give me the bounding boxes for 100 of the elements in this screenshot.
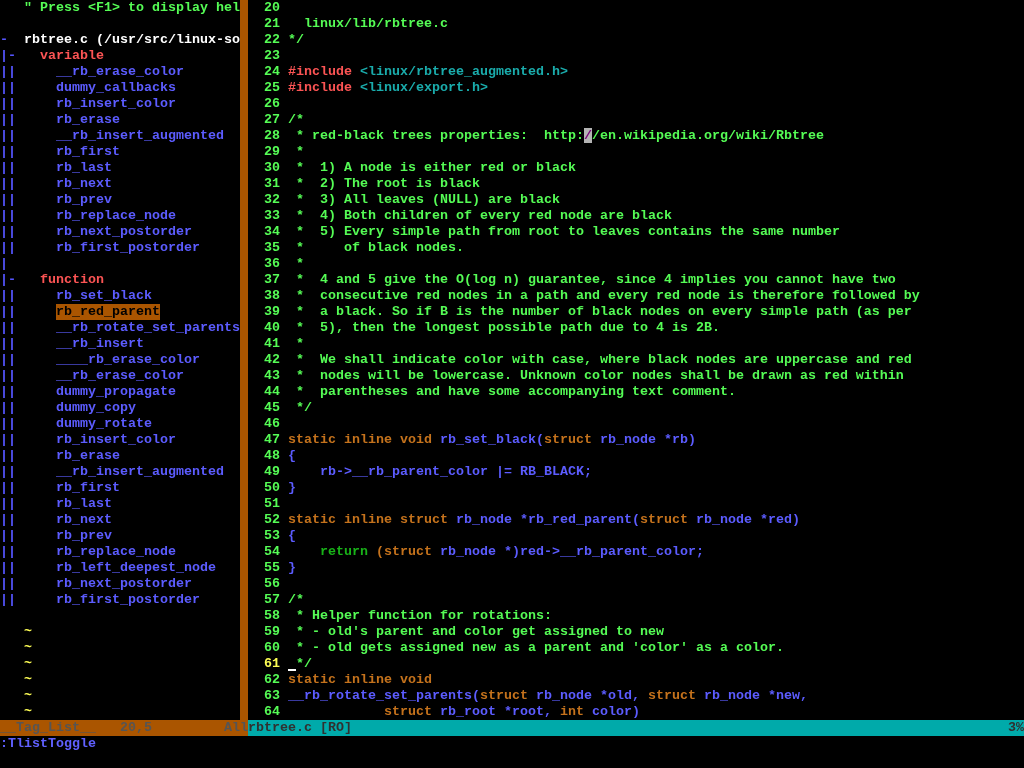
fold-marker: || xyxy=(0,192,16,208)
code-line: } xyxy=(288,480,296,496)
line-number: 40 xyxy=(264,320,280,336)
window-name: __Tag_List__ xyxy=(0,720,96,736)
code-line: * 5) Every simple path from root to leaves contains the same number xyxy=(296,224,840,240)
line-number: 24 xyxy=(264,64,280,80)
line-number: 41 xyxy=(264,336,280,352)
fold-marker: || xyxy=(0,144,16,160)
code-line: * xyxy=(296,336,304,352)
fold-marker: || xyxy=(0,112,16,128)
line-number: 28 xyxy=(264,128,280,144)
tag-entry[interactable]: __rb_erase_color xyxy=(56,64,184,80)
fold-marker: || xyxy=(0,352,16,368)
tag-group-label: variable xyxy=(40,48,104,64)
code-line: struct rb_root *root, int color) xyxy=(384,704,640,720)
code-line: * consecutive red nodes in a path and every red node is therefore followed by xyxy=(296,288,920,304)
tag-entry[interactable]: rb_next xyxy=(56,176,112,192)
line-number: 38 xyxy=(264,288,280,304)
fold-marker: |- xyxy=(0,48,16,64)
line-number: 23 xyxy=(264,48,280,64)
file-name: rbtree.c (/usr/src/linux-so xyxy=(24,32,240,48)
code-line: #include <linux/export.h> xyxy=(288,80,488,96)
fold-marker: || xyxy=(0,576,16,592)
fold-marker: || xyxy=(0,288,16,304)
line-number: 31 xyxy=(264,176,280,192)
tag-entry[interactable]: rb_next xyxy=(56,512,112,528)
fold-marker: || xyxy=(0,368,16,384)
tag-entry[interactable]: rb_first xyxy=(56,144,120,160)
tag-entry[interactable]: dummy_copy xyxy=(56,400,136,416)
fold-marker: || xyxy=(0,64,16,80)
fold-marker: || xyxy=(0,496,16,512)
tag-entry[interactable]: rb_set_black xyxy=(56,288,152,304)
tag-entry[interactable]: rb_insert_color xyxy=(56,432,176,448)
line-number: 36 xyxy=(264,256,280,272)
empty-line-marker: ~ xyxy=(24,704,32,720)
tag-entry[interactable]: rb_left_deepest_node xyxy=(56,560,216,576)
tag-entry[interactable]: rb_replace_node xyxy=(56,544,176,560)
tag-entry[interactable]: rb_insert_color xyxy=(56,96,176,112)
code-line: * of black nodes. xyxy=(296,240,464,256)
fold-marker: || xyxy=(0,304,16,320)
code-line: * nodes will be lowercase. Unknown color nodes shall be drawn as red within xyxy=(296,368,904,384)
tag-entry[interactable]: __rb_insert_augmented xyxy=(56,464,224,480)
tag-entry[interactable]: rb_first_postorder xyxy=(56,592,200,608)
code-line: #include <linux/rbtree_augmented.h> xyxy=(288,64,568,80)
tag-entry[interactable]: rb_first_postorder xyxy=(56,240,200,256)
code-line: /* xyxy=(288,592,304,608)
code-line: /* xyxy=(288,112,304,128)
line-number: 30 xyxy=(264,160,280,176)
fold-marker: || xyxy=(0,96,16,112)
tag-entry[interactable]: dummy_propagate xyxy=(56,384,176,400)
tag-entry[interactable]: rb_prev xyxy=(56,192,112,208)
code-line: return (struct rb_node *)red->__rb_parent_color; xyxy=(320,544,704,560)
tag-entry[interactable]: ____rb_erase_color xyxy=(56,352,200,368)
fold-marker: || xyxy=(0,512,16,528)
fold-marker: || xyxy=(0,560,16,576)
help-hint-text: " Press <F1> to display hel xyxy=(24,0,240,16)
fold-marker: | xyxy=(0,256,8,272)
tag-entry[interactable]: rb_last xyxy=(56,160,112,176)
tag-entry[interactable]: rb_erase xyxy=(56,448,120,464)
tag-entry[interactable]: rb_next_postorder xyxy=(56,576,192,592)
code-line: */ xyxy=(296,400,312,416)
code-line: * Helper function for rotations: xyxy=(296,608,552,624)
line-number: 25 xyxy=(264,80,280,96)
line-number: 47 xyxy=(264,432,280,448)
tag-entry[interactable]: __rb_insert xyxy=(56,336,144,352)
tag-entry[interactable]: rb_replace_node xyxy=(56,208,176,224)
line-number: 52 xyxy=(264,512,280,528)
fold-marker: || xyxy=(0,80,16,96)
code-line: { xyxy=(288,448,296,464)
line-number: 55 xyxy=(264,560,280,576)
line-number: 26 xyxy=(264,96,280,112)
code-line: { xyxy=(288,528,296,544)
empty-line-marker: ~ xyxy=(24,672,32,688)
line-number: 57 xyxy=(264,592,280,608)
tag-entry[interactable]: rb_prev xyxy=(56,528,112,544)
line-number: 32 xyxy=(264,192,280,208)
file-name: rbtree.c [RO] xyxy=(248,720,352,736)
tag-entry[interactable]: dummy_callbacks xyxy=(56,80,176,96)
code-line: __rb_rotate_set_parents(struct rb_node *old, struct rb_node *new, xyxy=(288,688,808,704)
code-line: * 3) All leaves (NULL) are black xyxy=(296,192,560,208)
fold-marker: || xyxy=(0,176,16,192)
line-number: 46 xyxy=(264,416,280,432)
line-number: 62 xyxy=(264,672,280,688)
tag-entry[interactable]: __rb_insert_augmented xyxy=(56,128,224,144)
tag-entry[interactable]: __rb_erase_color xyxy=(56,368,184,384)
line-number: 21 xyxy=(264,16,280,32)
line-number: 45 xyxy=(264,400,280,416)
tag-entry[interactable]: rb_first xyxy=(56,480,120,496)
tag-entry[interactable]: rb_last xyxy=(56,496,112,512)
empty-line-marker: ~ xyxy=(24,656,32,672)
tag-entry[interactable]: rb_erase xyxy=(56,112,120,128)
code-line: * parentheses and have some accompanying text comment. xyxy=(296,384,736,400)
tag-entry[interactable]: __rb_rotate_set_parents xyxy=(56,320,240,336)
tag-group-label: function xyxy=(40,272,104,288)
tag-entry[interactable]: rb_red_parent xyxy=(56,304,160,320)
tag-entry[interactable]: rb_next_postorder xyxy=(56,224,192,240)
tag-entry[interactable]: dummy_rotate xyxy=(56,416,152,432)
scroll-position: 3% xyxy=(1008,720,1024,736)
line-number: 39 xyxy=(264,304,280,320)
fold-marker: || xyxy=(0,480,16,496)
